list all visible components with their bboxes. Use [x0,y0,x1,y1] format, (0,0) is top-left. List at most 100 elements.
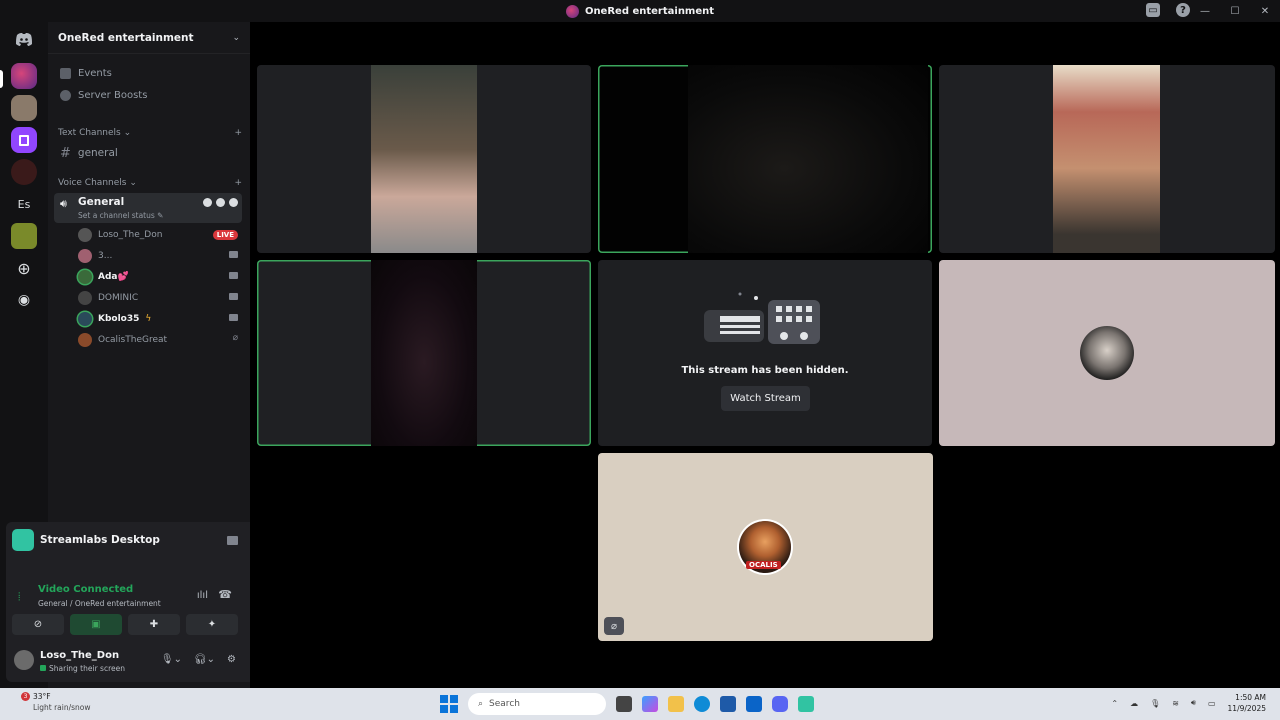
weather-desc: Light rain/snow [33,703,91,712]
server-twitch-icon[interactable] [11,127,37,153]
volume-icon[interactable]: 🔊︎ [1191,698,1196,708]
avatar-tile[interactable] [939,260,1275,446]
add-voice-channel-icon[interactable]: + [234,178,242,188]
task-view-icon[interactable] [616,696,632,712]
discord-home-icon[interactable] [11,26,37,52]
video-tile[interactable] [257,65,591,253]
add-server-icon[interactable]: ⊕ [11,255,37,281]
voice-channel-general[interactable]: 🔊︎ General Set a channel status ✎ [54,193,242,223]
hidden-stream-tile[interactable]: This stream has been hidden. Watch Strea… [598,260,932,446]
active-server-pill [0,70,3,88]
voice-user[interactable]: Kbolo35 ϟ [78,309,242,329]
wifi-icon[interactable]: ≋ [1172,699,1179,708]
settings-icon[interactable] [229,198,238,207]
events-link[interactable]: Events [54,62,244,84]
voice-user[interactable]: OcalisTheGreat ⌀ [78,330,242,350]
disconnect-icon[interactable]: ☎︎ [218,588,232,601]
windows-taskbar: 3 33°F Light rain/snow ⌕ Search ⌃ ☁ 🎙︎ ≋… [0,688,1280,720]
streamlabs-row[interactable]: Streamlabs Desktop [12,528,238,552]
avatar[interactable] [14,650,34,670]
server-avatar-icon[interactable] [11,159,37,185]
voice-user[interactable]: Loso_The_Don LIVE [78,225,242,245]
battery-icon[interactable]: ▭ [1208,699,1216,708]
outlook-icon[interactable] [746,696,762,712]
stop-streaming-icon[interactable] [227,535,238,545]
avatar [78,333,92,347]
mic-tray-icon[interactable]: 🎙︎ [1150,699,1160,708]
avatar-tile[interactable]: OCALIS ⌀ [598,453,933,641]
server-onered-icon[interactable] [11,63,37,89]
video-tile[interactable] [939,65,1275,253]
window-title: OneRed entertainment [565,4,715,18]
search-box[interactable]: ⌕ Search [468,693,606,715]
current-user-status: Sharing their screen [40,664,125,673]
headphones-icon[interactable]: 🎧︎⌄ [194,654,215,665]
file-explorer-icon[interactable] [668,696,684,712]
window-title-text: OneRed entertainment [584,5,715,17]
search-icon: ⌕ [478,699,484,709]
camera-icon [229,293,238,300]
voice-user[interactable]: Ada💕 [78,267,242,287]
copilot-icon[interactable] [642,696,658,712]
store-icon[interactable] [720,696,736,712]
voice-user-name: OcalisTheGreat [98,335,168,345]
chat-icon[interactable] [203,198,212,207]
server-es-icon[interactable]: Es [11,191,37,217]
discord-taskbar-icon[interactable] [772,696,788,712]
video-feed [371,260,477,446]
clock[interactable]: 1:50 AM 11/9/2025 [1228,692,1266,714]
edge-icon[interactable] [694,696,710,712]
server-photo-icon[interactable] [11,95,37,121]
user-settings-icon[interactable]: ⚙ [227,654,236,665]
channel-general-text[interactable]: # general [54,142,244,164]
voice-channels-label: Voice Channels [58,178,127,188]
voice-user[interactable]: 3... [78,246,242,266]
speaker-icon: 🔊︎ [60,197,67,210]
help-icon[interactable]: ? [1176,3,1190,17]
text-channels-category[interactable]: Text Channels ⌄ + [58,128,242,138]
close-button[interactable]: ✕ [1250,6,1280,17]
channel-general-label: general [77,147,118,159]
avatar [1080,326,1134,380]
video-tile-speaking[interactable] [257,260,591,446]
activities-button[interactable]: ✚ [128,614,180,635]
discover-icon[interactable]: ◉ [11,287,37,313]
video-tile-speaking[interactable] [598,65,932,253]
calendar-icon [60,67,71,79]
minimize-button[interactable]: — [1190,6,1220,17]
start-button[interactable] [440,695,458,713]
soundboard-button[interactable]: ✦ [186,614,238,635]
guild-header[interactable]: OneRed entertainment ⌄ [48,22,250,54]
voice-location: General / OneRed entertainment [38,599,161,608]
text-channels-label: Text Channels [58,128,121,138]
weather-widget[interactable]: 33°F Light rain/snow [18,692,91,712]
hash-icon: # [60,145,71,161]
maximize-button[interactable]: ☐ [1220,6,1250,17]
watch-stream-button[interactable]: Watch Stream [721,386,810,411]
server-boosts-link[interactable]: Server Boosts [54,84,244,106]
voice-user-name: 3... [98,251,113,261]
add-text-channel-icon[interactable]: + [234,128,242,138]
onedrive-icon[interactable]: ☁ [1130,699,1138,708]
channel-status-input[interactable]: Set a channel status ✎ [78,211,163,220]
hidden-stream-illustration [704,292,820,344]
share-screen-button[interactable]: ▣ [70,614,122,635]
microphone-icon[interactable]: 🎙︎⌄ [161,654,182,665]
video-connected-status[interactable]: Video Connected [38,584,133,595]
lightning-icon: ϟ [145,314,152,324]
chevron-up-icon[interactable]: ⌃ [1111,699,1118,708]
camera-off-button[interactable]: ⊘ [12,614,64,635]
voice-user-name: Ada💕 [98,272,129,282]
signal-icon: ⦙ [18,590,21,603]
voice-channels-category[interactable]: Voice Channels ⌄ + [58,178,242,188]
hidden-stream-text: This stream has been hidden. [681,365,849,376]
inbox-icon[interactable]: ▭ [1146,3,1160,17]
server-game-icon[interactable] [11,223,37,249]
invite-icon[interactable] [216,198,225,207]
voice-panel: Streamlabs Desktop ⦙ Video Connected Gen… [6,522,244,682]
streamlabs-label: Streamlabs Desktop [40,534,160,546]
streamlabs-taskbar-icon[interactable] [798,696,814,712]
noise-suppression-icon[interactable]: ılıl [197,590,208,601]
streamlabs-icon [12,529,34,551]
voice-user[interactable]: DOMINIC [78,288,242,308]
